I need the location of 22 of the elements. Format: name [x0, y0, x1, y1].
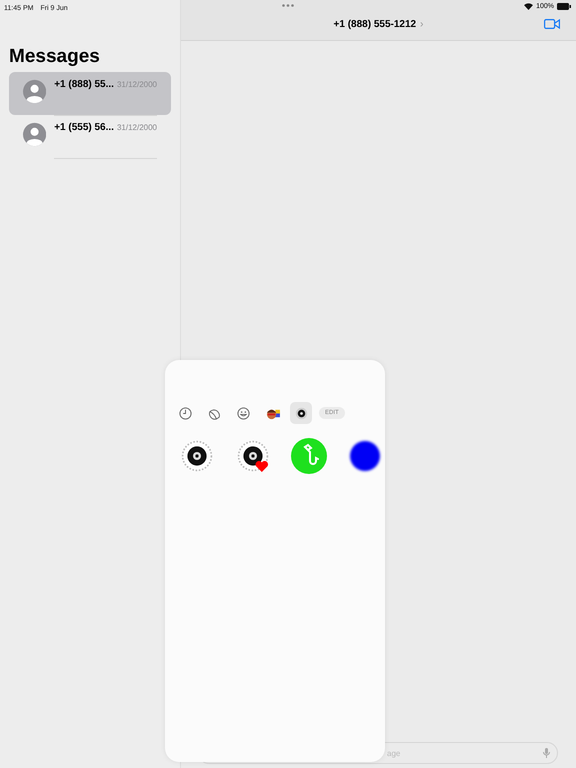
sidebar-title: Messages — [9, 46, 101, 68]
avatar-icon — [23, 122, 46, 147]
battery-icon — [557, 2, 571, 10]
smiley-icon — [236, 406, 250, 420]
disc-icon — [294, 406, 308, 420]
clock-icon — [178, 406, 192, 420]
more-icon[interactable] — [282, 4, 294, 7]
contact-name: +1 (555) 56... — [54, 122, 114, 133]
sticker-icon — [208, 406, 220, 420]
drawer-tab[interactable] — [290, 402, 312, 424]
disc-heart-sticker[interactable] — [235, 438, 271, 474]
wifi-icon — [524, 2, 534, 10]
conversation-item[interactable]: +1 (888) 55... 31/12/2000 — [9, 72, 171, 115]
message-date: 31/12/2000 — [116, 123, 157, 132]
video-camera-icon[interactable] — [544, 19, 560, 29]
message-date: 31/12/2000 — [116, 80, 157, 89]
disc-sticker[interactable] — [179, 438, 215, 474]
blurred-dot-sticker[interactable] — [347, 438, 383, 474]
conversation-title[interactable]: +1 (888) 555-1212 — [334, 19, 416, 30]
contact-name: +1 (888) 55... — [54, 79, 114, 90]
avatar-icon — [23, 79, 46, 104]
conversation-item[interactable]: +1 (555) 56... 31/12/2000 — [9, 115, 171, 158]
